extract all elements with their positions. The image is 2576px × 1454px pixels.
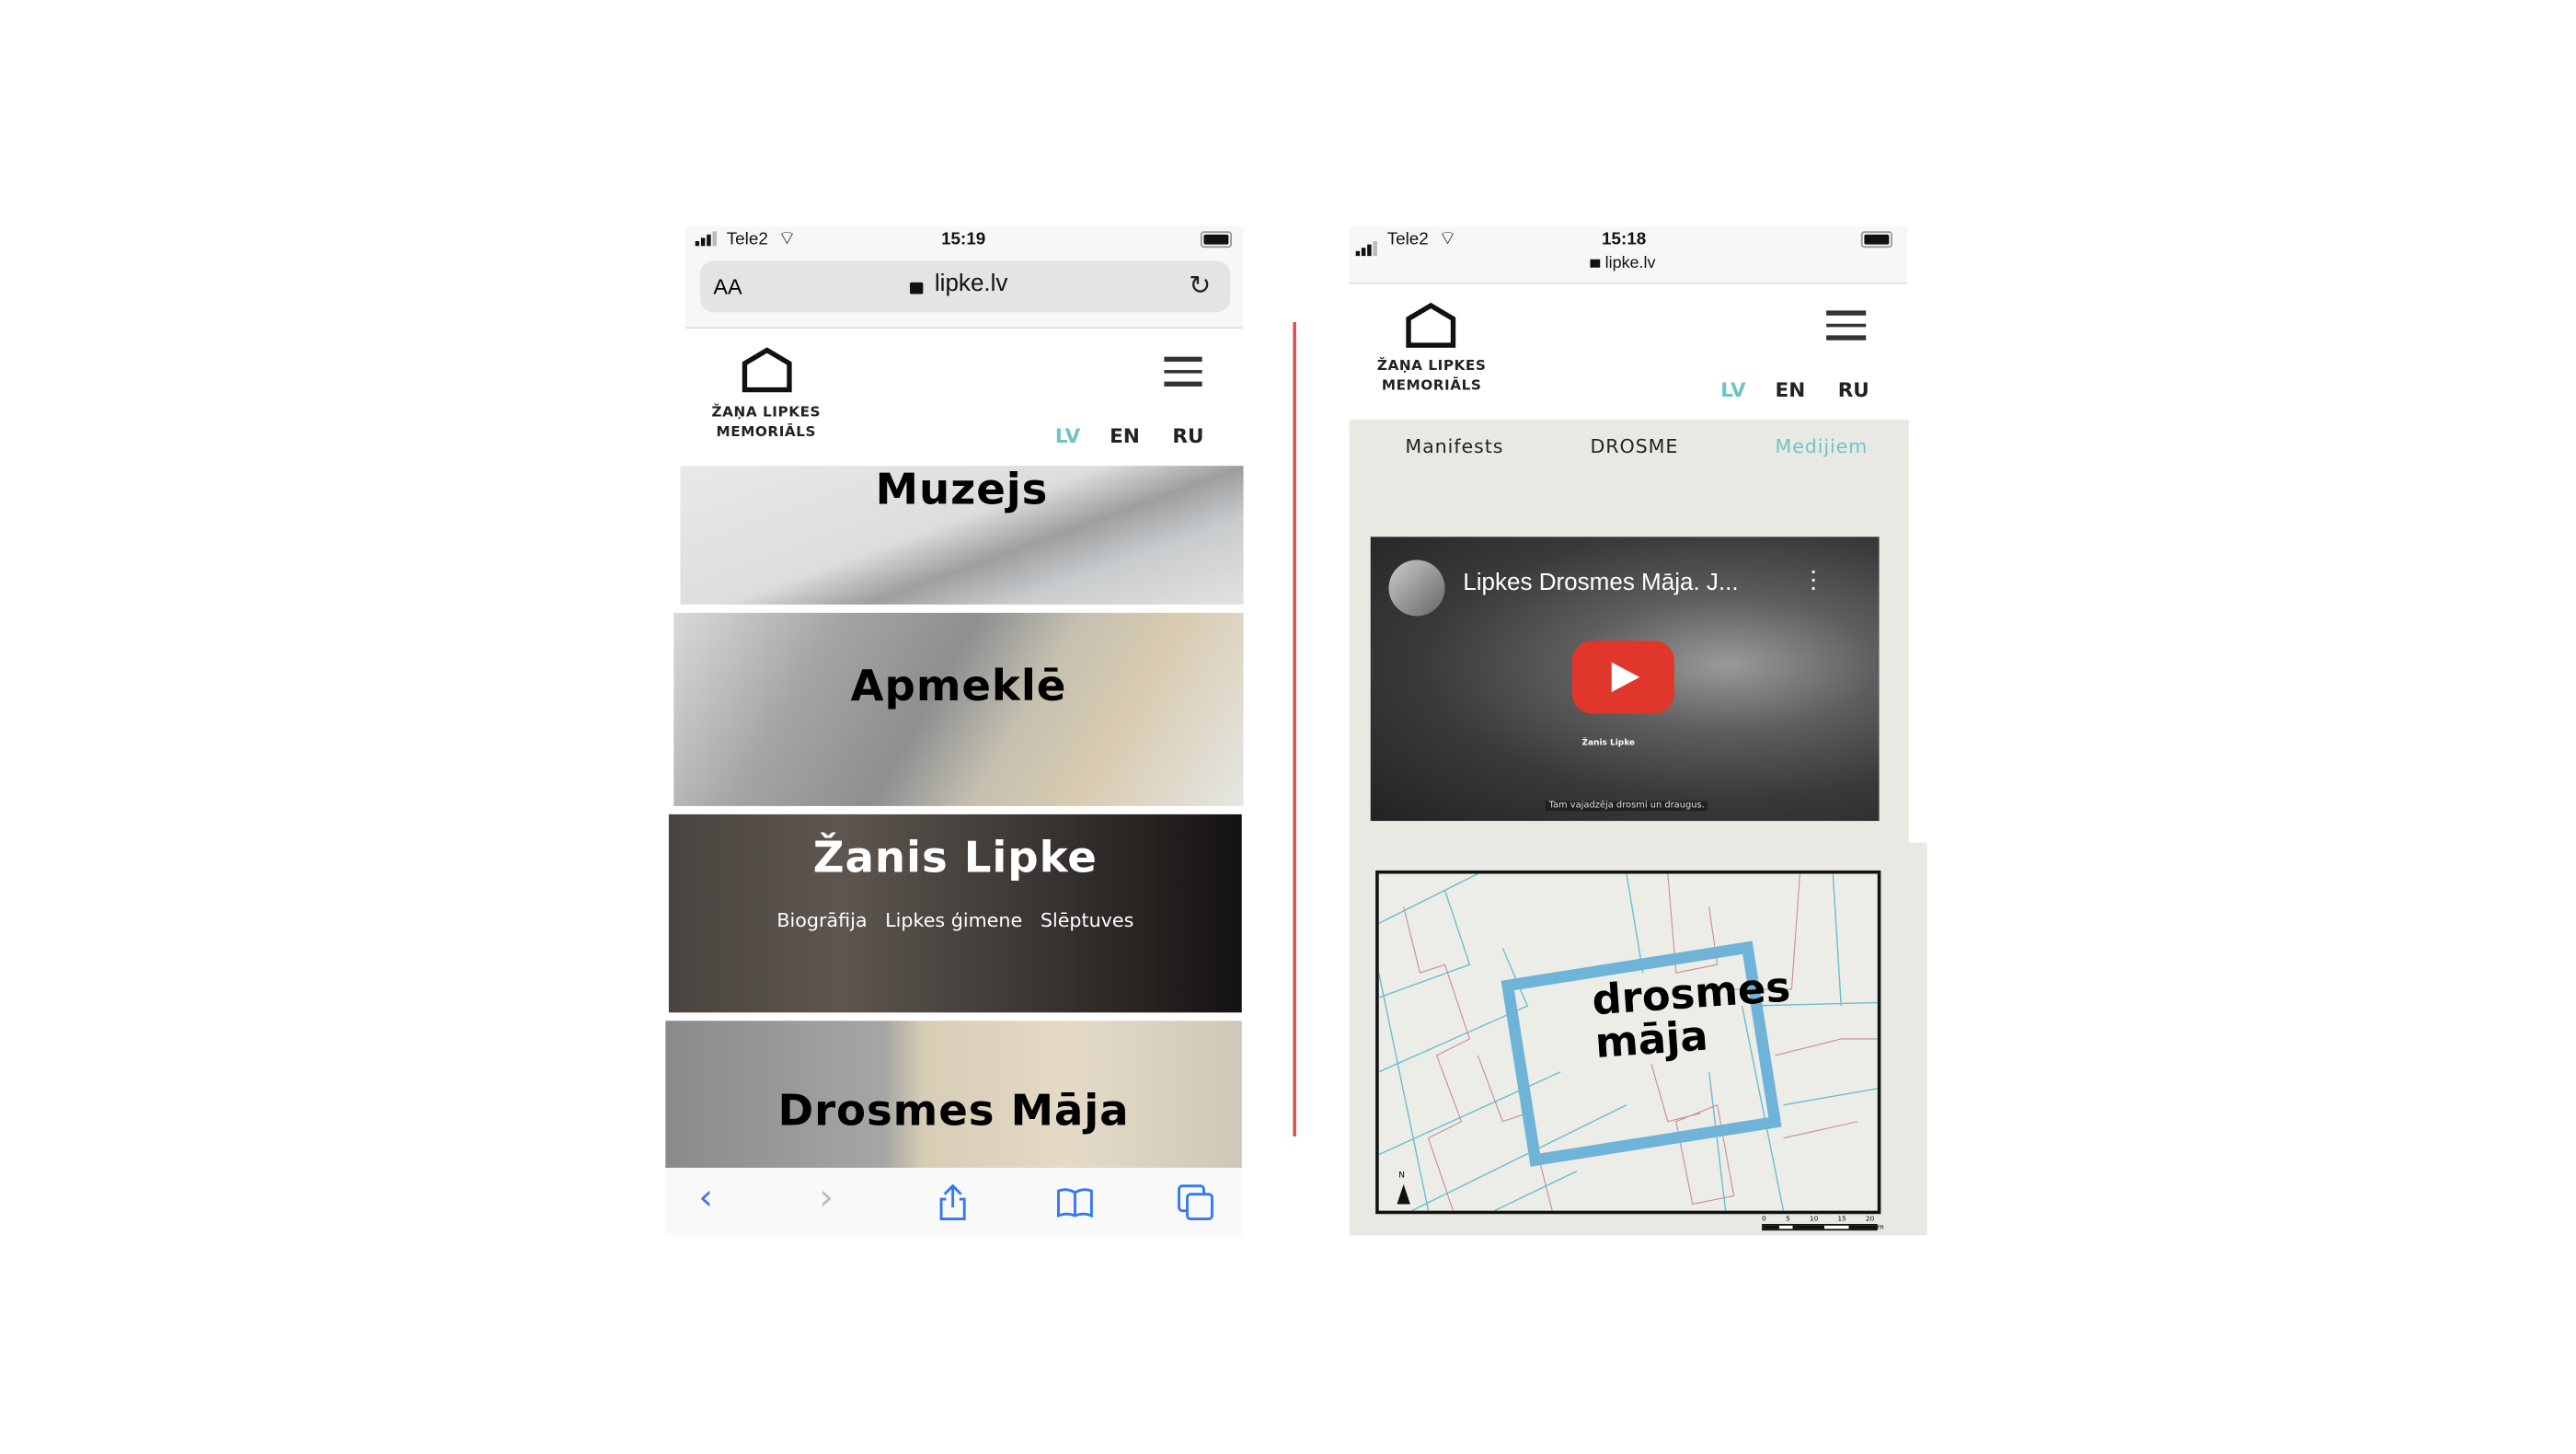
north-label: N	[1398, 1171, 1405, 1182]
scale-tick: 20	[1866, 1214, 1875, 1223]
link-lipkes-gimene[interactable]: Lipkes ģimene	[885, 908, 1022, 931]
panel-zanis-lipke[interactable]: Žanis Lipke Biogrāfija Lipkes ģimene Slē…	[668, 814, 1242, 1013]
logo-line1: ŽAŅA LIPKES	[1376, 358, 1487, 375]
scale-tick: 5	[1786, 1214, 1790, 1223]
video-subtitle: Tam vajadzēja drosmi un draugus.	[1545, 801, 1708, 812]
logo-line2: MEMORIĀLS	[716, 424, 817, 442]
lang-en[interactable]: EN	[1775, 378, 1805, 401]
divider-line	[1293, 321, 1296, 1137]
lang-lv[interactable]: LV	[1055, 424, 1080, 447]
forward-icon[interactable]: ›	[819, 1178, 834, 1219]
tab-drosme[interactable]: DROSME	[1590, 434, 1678, 457]
wifi-icon: ⌔	[777, 225, 797, 250]
panel-muzejs[interactable]: Muzejs	[680, 466, 1244, 605]
content-area-ext	[1907, 842, 1927, 1236]
logo-line1: ŽAŅA LIPKES	[711, 404, 822, 421]
lang-ru[interactable]: RU	[1172, 424, 1203, 447]
video-title[interactable]: Lipkes Drosmes Māja. J...	[1463, 570, 1738, 596]
panel-apmekle[interactable]: Apmeklē	[673, 612, 1244, 806]
scale-tick: 0	[1762, 1214, 1766, 1223]
channel-avatar[interactable]	[1388, 560, 1445, 617]
url-text[interactable]: lipke.lv	[935, 271, 1008, 297]
carrier-label: Tele2	[726, 229, 768, 250]
reload-icon[interactable]: ↻	[1189, 270, 1211, 301]
lock-icon	[1590, 259, 1601, 268]
text-size-button[interactable]: AA	[713, 274, 742, 299]
carrier-label: Tele2	[1386, 229, 1429, 250]
link-biografija[interactable]: Biogrāfija	[776, 908, 867, 931]
scale-tick: 10	[1810, 1214, 1819, 1223]
battery-icon	[1860, 231, 1892, 248]
north-arrow-icon	[1397, 1183, 1410, 1205]
scale-bar: 0 5 10 15 20 m	[1762, 1214, 1887, 1234]
clock: 15:18	[1602, 229, 1647, 250]
logo-text[interactable]: ŽAŅA LIPKES MEMORIĀLS	[1365, 357, 1498, 397]
logo-line2: MEMORIĀLS	[1381, 378, 1482, 395]
site-map: drosmes māja N	[1375, 870, 1881, 1215]
youtube-video[interactable]: Lipkes Drosmes Māja. J... · · · Žanis Lipk…	[1370, 537, 1880, 822]
more-options-icon[interactable]: · · ·	[1810, 561, 1817, 601]
map-label: drosmes māja	[1591, 963, 1795, 1067]
lock-icon	[909, 282, 924, 294]
panel-drosmes-maja[interactable]: Drosmes Māja	[665, 1021, 1242, 1168]
video-caption-name: Žanis Lipke	[1581, 738, 1636, 749]
lang-lv[interactable]: LV	[1720, 378, 1745, 401]
bookmarks-icon[interactable]	[1055, 1186, 1095, 1219]
wifi-icon: ⌔	[1438, 225, 1457, 250]
panel-title: Muzejs	[875, 466, 1049, 515]
tabs-icon[interactable]	[1176, 1183, 1215, 1222]
lang-ru[interactable]: RU	[1838, 378, 1869, 401]
signal-icon	[1355, 231, 1379, 262]
logo-text[interactable]: ŽAŅA LIPKES MEMORIĀLS	[700, 403, 833, 443]
panel-title: Drosmes Māja	[777, 1087, 1130, 1137]
clock: 15:19	[941, 229, 986, 250]
play-button[interactable]	[1571, 640, 1674, 714]
battery-icon	[1200, 231, 1232, 248]
panel-title: Apmeklē	[850, 662, 1067, 712]
menu-icon[interactable]	[1164, 356, 1202, 394]
link-sleptuves[interactable]: Slēptuves	[1041, 908, 1133, 931]
house-logo-icon[interactable]	[742, 347, 793, 393]
menu-icon[interactable]	[1826, 310, 1867, 347]
tab-medijiem[interactable]: Medijiem	[1775, 434, 1868, 457]
share-icon[interactable]	[937, 1183, 970, 1222]
house-logo-icon[interactable]	[1405, 302, 1456, 348]
lang-en[interactable]: EN	[1110, 424, 1140, 447]
scale-unit: m	[1877, 1222, 1884, 1231]
back-icon[interactable]: ‹	[698, 1178, 713, 1219]
signal-icon	[695, 231, 719, 251]
url-text[interactable]: lipke.lv	[1605, 254, 1656, 272]
scale-tick: 15	[1837, 1214, 1846, 1223]
tab-manifests[interactable]: Manifests	[1405, 434, 1503, 457]
panel-title: Žanis Lipke	[812, 834, 1098, 884]
